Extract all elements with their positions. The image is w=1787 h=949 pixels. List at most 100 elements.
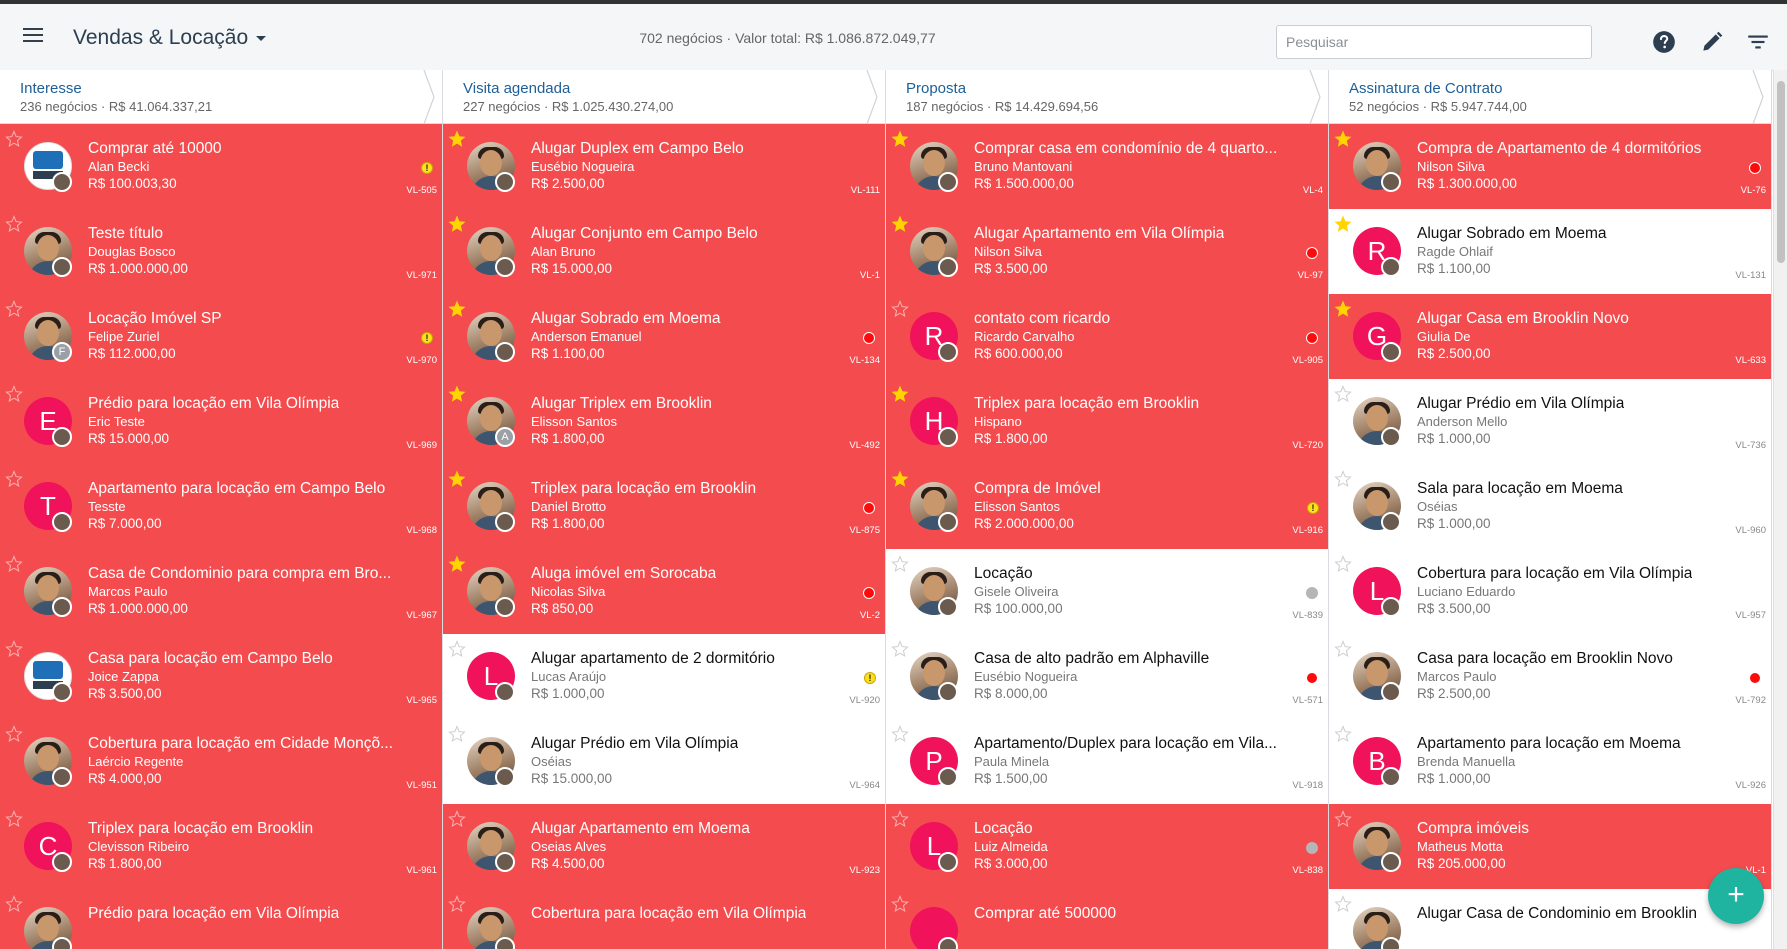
deal-code: VL-134: [849, 355, 880, 366]
search-input[interactable]: [1276, 25, 1592, 59]
deal-card[interactable]: Prédio para locação em Vila Olímpia: [0, 889, 442, 949]
deal-card[interactable]: A Alugar Triplex em Brooklin Elisson Santo…: [443, 379, 885, 465]
deal-card[interactable]: Compra imóveis Matheus Motta R$ 205.000,00…: [1329, 804, 1771, 890]
page-scrollbar[interactable]: [1773, 70, 1787, 949]
star-icon[interactable]: [891, 555, 909, 573]
star-icon[interactable]: [891, 130, 909, 148]
filter-icon[interactable]: [1745, 29, 1771, 55]
star-icon[interactable]: [1334, 555, 1352, 573]
star-icon[interactable]: [891, 725, 909, 743]
star-icon[interactable]: [1334, 300, 1352, 318]
deal-title: Alugar Casa de Condominio em Brooklin: [1417, 905, 1698, 922]
edit-pencil-icon[interactable]: [1699, 29, 1725, 55]
star-icon[interactable]: [5, 130, 23, 148]
deal-card[interactable]: Triplex para locação em Brooklin Daniel B…: [443, 464, 885, 550]
star-icon[interactable]: [448, 555, 466, 573]
deal-card[interactable]: F Locação Imóvel SP Felipe Zuriel R$ 112.00…: [0, 294, 442, 380]
star-icon[interactable]: [5, 555, 23, 573]
contact-name: Tesste: [88, 499, 126, 514]
star-icon[interactable]: [1334, 895, 1352, 913]
column-header[interactable]: Interesse 236 negócios · R$ 41.064.337,21: [0, 70, 442, 124]
star-icon[interactable]: [448, 385, 466, 403]
deal-title: Casa para locação em Campo Belo: [88, 650, 333, 667]
deal-card[interactable]: Casa de Condominio para compra em Bro...…: [0, 549, 442, 635]
deal-card[interactable]: Casa de alto padrão em Alphaville Eusébio…: [886, 634, 1328, 720]
add-deal-button[interactable]: +: [1708, 868, 1764, 924]
star-icon[interactable]: [891, 895, 909, 913]
star-icon[interactable]: [891, 810, 909, 828]
deal-card[interactable]: T Apartamento para locação em Campo Belo T…: [0, 464, 442, 550]
deal-card[interactable]: Locação Gisele Oliveira R$ 100.000,00 VL-83…: [886, 549, 1328, 635]
star-icon[interactable]: [448, 895, 466, 913]
deal-card[interactable]: Teste título Douglas Bosco R$ 1.000.000,00…: [0, 209, 442, 295]
deal-card[interactable]: Compra de Apartamento de 4 dormitórios Ni…: [1329, 124, 1771, 210]
column-title: Visita agendada: [463, 80, 571, 97]
deal-card[interactable]: Casa para locação em Campo Belo Joice Zap…: [0, 634, 442, 720]
star-icon[interactable]: [448, 300, 466, 318]
star-icon[interactable]: [448, 725, 466, 743]
deal-card[interactable]: Rcontato com ricardo Ricardo Carvalho R$ 6…: [886, 294, 1328, 380]
star-icon[interactable]: [891, 300, 909, 318]
owner-avatar: [495, 342, 515, 362]
star-icon[interactable]: [5, 300, 23, 318]
star-icon[interactable]: [448, 470, 466, 488]
star-icon[interactable]: [891, 470, 909, 488]
star-icon[interactable]: [1334, 640, 1352, 658]
star-icon[interactable]: [5, 640, 23, 658]
deal-card[interactable]: Casa para locação em Brooklin Novo Marcos…: [1329, 634, 1771, 720]
star-icon[interactable]: [5, 385, 23, 403]
star-icon[interactable]: [448, 130, 466, 148]
star-icon[interactable]: [5, 895, 23, 913]
deal-card[interactable]: Compra de Imóvel Elisson Santos R$ 2.000.0…: [886, 464, 1328, 550]
deal-card[interactable]: C Triplex para locação em Brooklin Cleviss…: [0, 804, 442, 890]
star-icon[interactable]: [1334, 385, 1352, 403]
deal-card[interactable]: Alugar Apartamento em Vila Olímpia Nilson…: [886, 209, 1328, 295]
star-icon[interactable]: [5, 215, 23, 233]
help-icon[interactable]: [1651, 29, 1677, 55]
deal-card[interactable]: E Prédio para locação em Vila Olímpia Eric…: [0, 379, 442, 465]
deal-card[interactable]: Comprar até 10000 Alan Becki R$ 100.003,30…: [0, 124, 442, 210]
star-icon[interactable]: [1334, 130, 1352, 148]
deal-card[interactable]: L Alugar apartamento de 2 dormitório Lucas…: [443, 634, 885, 720]
deal-card[interactable]: B Apartamento para locação em Moema Brenda…: [1329, 719, 1771, 805]
deal-value: R$ 1.800,00: [974, 431, 1048, 446]
scrollbar-thumb[interactable]: [1777, 81, 1785, 263]
star-icon[interactable]: [448, 810, 466, 828]
star-icon[interactable]: [891, 385, 909, 403]
deal-card[interactable]: Cobertura para locação em Cidade Monçõ..…: [0, 719, 442, 805]
star-icon[interactable]: [891, 640, 909, 658]
star-icon[interactable]: [5, 810, 23, 828]
star-icon[interactable]: [891, 215, 909, 233]
deal-card[interactable]: Aluga imóvel em Sorocaba Nicolas Silva R$ …: [443, 549, 885, 635]
star-icon[interactable]: [5, 725, 23, 743]
deal-code: VL-111: [850, 185, 880, 196]
deal-card[interactable]: Alugar Conjunto em Campo Belo Alan Bruno R…: [443, 209, 885, 295]
deal-card[interactable]: L Cobertura para locação em Vila Olímpia L…: [1329, 549, 1771, 635]
deal-card[interactable]: G Alugar Casa em Brooklin Novo Giulia De R$…: [1329, 294, 1771, 380]
star-icon[interactable]: [1334, 470, 1352, 488]
star-icon[interactable]: [448, 215, 466, 233]
star-icon[interactable]: [1334, 810, 1352, 828]
deal-card[interactable]: Comprar até 500000: [886, 889, 1328, 949]
deal-card[interactable]: Alugar Prédio em Vila Olímpia Anderson Me…: [1329, 379, 1771, 465]
star-icon[interactable]: [5, 470, 23, 488]
deal-card[interactable]: Cobertura para locação em Vila Olímpia: [443, 889, 885, 949]
column-header[interactable]: Proposta 187 negócios · R$ 14.429.694,56: [886, 70, 1328, 124]
deal-card[interactable]: R Alugar Sobrado em Moema Ragde Ohlaif R$ 1…: [1329, 209, 1771, 295]
deal-card[interactable]: Alugar Apartamento em Moema Oseias Alves R…: [443, 804, 885, 890]
deal-card[interactable]: Alugar Prédio em Vila Olímpia Oséias R$ 15…: [443, 719, 885, 805]
deal-card[interactable]: H Triplex para locação em Brooklin Hispano…: [886, 379, 1328, 465]
deal-card[interactable]: Alugar Casa de Condominio em Brooklin: [1329, 889, 1771, 949]
column-header[interactable]: Assinatura de Contrato 52 negócios · R$ 5…: [1329, 70, 1771, 124]
column-header[interactable]: Visita agendada 227 negócios · R$ 1.025.4…: [443, 70, 885, 124]
deal-card[interactable]: L Locação Luiz Almeida R$ 3.000,00 VL-838: [886, 804, 1328, 890]
deal-card[interactable]: Alugar Sobrado em Moema Anderson Emanuel R…: [443, 294, 885, 380]
contact-name: Daniel Brotto: [531, 499, 607, 514]
star-icon[interactable]: [448, 640, 466, 658]
deal-card[interactable]: P Apartamento/Duplex para locação em Vila…: [886, 719, 1328, 805]
deal-card[interactable]: Alugar Duplex em Campo Belo Eusébio Nogue…: [443, 124, 885, 210]
star-icon[interactable]: [1334, 215, 1352, 233]
star-icon[interactable]: [1334, 725, 1352, 743]
deal-card[interactable]: Sala para locação em Moema Oséias R$ 1.000…: [1329, 464, 1771, 550]
deal-card[interactable]: Comprar casa em condomínio de 4 quarto..…: [886, 124, 1328, 210]
